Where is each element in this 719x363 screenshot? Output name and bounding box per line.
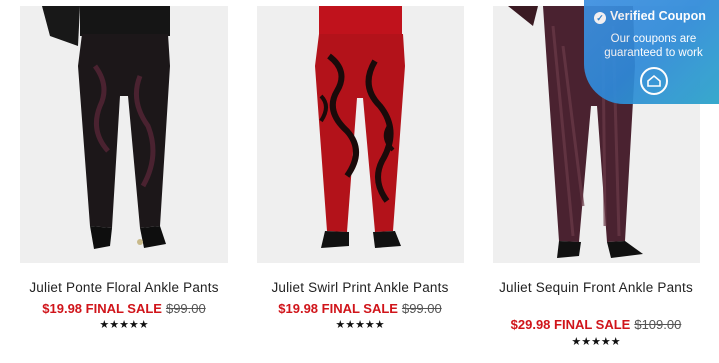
product-image[interactable]: [257, 6, 464, 263]
rating-stars: ★★★★★: [571, 336, 621, 348]
coupon-header: ✓ Verified Coupon: [594, 9, 706, 24]
product-price: $19.98 FINAL SALE $99.00: [9, 301, 239, 316]
black-floral-pants-photo: [20, 6, 228, 263]
product-price: $29.98 FINAL SALE $109.00: [481, 317, 711, 332]
rating-stars: ★★★★★: [99, 319, 149, 331]
rating-stars: ★★★★★: [335, 319, 385, 331]
original-price: $99.00: [401, 301, 442, 316]
sale-price: $19.98 FINAL SALE: [278, 301, 398, 316]
sale-price: $29.98 FINAL SALE: [510, 317, 631, 332]
product-title[interactable]: Juliet Swirl Print Ankle Pants: [245, 278, 475, 297]
original-price: $109.00: [634, 317, 682, 332]
product-title[interactable]: Juliet Ponte Floral Ankle Pants: [9, 278, 239, 297]
original-price: $99.00: [165, 301, 206, 316]
product-price: $19.98 FINAL SALE $99.00: [245, 301, 475, 316]
verified-coupon-badge[interactable]: ✓ Verified Coupon Our coupons are guarant…: [584, 0, 719, 104]
coupon-title: Verified Coupon: [610, 9, 706, 23]
sale-price: $19.98 FINAL SALE: [42, 301, 162, 316]
home-icon[interactable]: [640, 67, 668, 95]
coupon-subtitle: Our coupons are guaranteed to work: [604, 33, 703, 59]
product-title[interactable]: Juliet Sequin Front Ankle Pants: [481, 278, 711, 297]
red-swirl-pants-photo: [257, 6, 464, 263]
product-image[interactable]: [20, 6, 228, 263]
verified-check-icon: ✓: [594, 12, 606, 24]
